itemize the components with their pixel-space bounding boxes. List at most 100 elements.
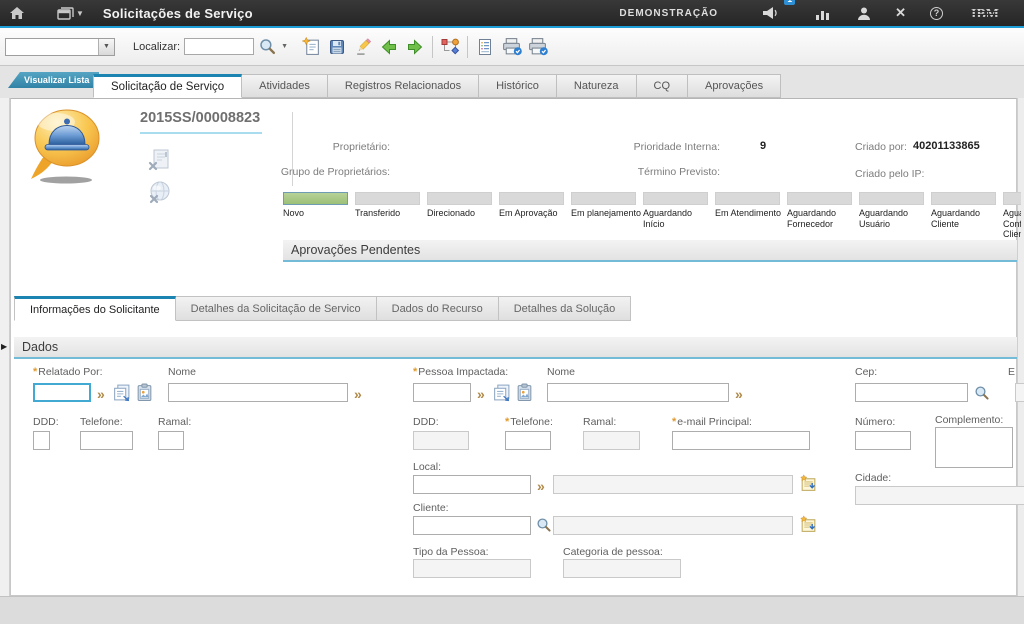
local-detail-chevron-icon[interactable]: » — [537, 479, 545, 493]
relatado-por-input[interactable] — [33, 383, 91, 402]
run-reports-icon[interactable] — [472, 34, 498, 60]
cidade-input-disabled — [855, 486, 1024, 505]
globe-disabled-icon[interactable] — [146, 180, 172, 211]
endereco-input-clipped — [1015, 383, 1024, 402]
tab-cq[interactable]: CQ — [637, 74, 689, 98]
subtab-informacoes-solicitante[interactable]: Informações do Solicitante — [14, 296, 176, 321]
tab-solicitacao-de-servico[interactable]: Solicitação de Serviço — [93, 74, 242, 98]
search-options-caret-icon[interactable]: ▼ — [281, 43, 288, 50]
telefone-label: Telefone: — [80, 416, 123, 428]
status-box — [1003, 192, 1021, 205]
status-progress-bar: Novo Transferido Direcionado Em Aprovaçã… — [283, 192, 1021, 238]
email-principal-input[interactable] — [672, 431, 810, 450]
tab-registros-relacionados[interactable]: Registros Relacionados — [328, 74, 479, 98]
previous-record-icon[interactable] — [376, 34, 402, 60]
next-record-icon[interactable] — [402, 34, 428, 60]
status-stage: Em planejamento — [571, 192, 636, 238]
local-input[interactable] — [413, 475, 531, 494]
sidebar-expand-icon[interactable]: ▶ — [1, 342, 7, 351]
grupo-proprietarios-label: Grupo de Proprietários: — [240, 166, 390, 178]
pessoa-nome-label: Nome — [547, 366, 575, 378]
subtab-detalhes-solicitacao[interactable]: Detalhes da Solicitação de Servico — [176, 296, 377, 321]
complemento-textarea[interactable] — [935, 427, 1013, 468]
sign-out-icon[interactable]: ✕ — [886, 0, 915, 26]
vertical-scrollbar[interactable] — [1017, 98, 1024, 596]
criado-por-value: 40201133865 — [913, 140, 980, 152]
tipo-pessoa-input-disabled — [413, 559, 531, 578]
notification-badge: 1 — [784, 0, 795, 5]
pessoa-nome-detail-chevron-icon[interactable]: » — [735, 387, 743, 401]
tab-natureza[interactable]: Natureza — [557, 74, 637, 98]
subtab-dados-recurso[interactable]: Dados do Recurso — [377, 296, 499, 321]
status-stage: Transferido — [355, 192, 420, 238]
cep-input[interactable] — [855, 383, 968, 402]
ramal-input[interactable] — [158, 431, 184, 450]
tab-aprovacoes[interactable]: Aprovações — [688, 74, 781, 98]
help-icon[interactable]: ? — [921, 0, 952, 26]
telefone-input[interactable] — [80, 431, 133, 450]
cep-search-icon[interactable] — [974, 385, 990, 406]
home-icon[interactable] — [0, 0, 34, 26]
numero-input[interactable] — [855, 431, 911, 450]
toolbar-separator — [432, 36, 433, 58]
cliente-input[interactable] — [413, 516, 531, 535]
relatado-por-select-value-icon[interactable] — [135, 383, 154, 407]
relatado-nome-input[interactable] — [168, 383, 348, 402]
pessoa-ramal-label: Ramal: — [583, 416, 616, 428]
action-select-combobox[interactable]: ▼ — [5, 38, 115, 56]
status-stage: Aguardando Usuário — [859, 192, 924, 238]
cliente-long-description-icon[interactable] — [799, 515, 818, 539]
record-toolbar: ▼ Localizar: ▼ — [0, 28, 1024, 66]
ddd-label: DDD: — [33, 416, 59, 428]
pessoa-impactada-detail-menu-icon[interactable] — [492, 383, 511, 407]
status-stage: Em Aprovação — [499, 192, 564, 238]
pessoa-impactada-detail-chevron-icon[interactable]: » — [477, 387, 485, 401]
tab-visualizar-lista[interactable]: Visualizar Lista — [8, 72, 99, 88]
prioridade-interna-label: Prioridade Interna: — [560, 141, 720, 153]
reports-chart-icon[interactable] — [806, 0, 840, 26]
pessoa-ddd-input-disabled — [413, 431, 469, 450]
cliente-search-icon[interactable] — [536, 517, 552, 538]
status-stage: Direcionado — [427, 192, 492, 238]
status-box — [571, 192, 636, 205]
required-marker: * — [33, 366, 37, 378]
top-navigation-bar: ▼ Solicitações de Serviço DEMONSTRAÇÃO 1… — [0, 0, 1024, 26]
relatado-por-detail-chevron-icon[interactable]: » — [97, 387, 105, 401]
record-id: 2015SS/00008823 — [140, 110, 262, 134]
workflow-icon[interactable] — [437, 34, 463, 60]
subtab-detalhes-solucao[interactable]: Detalhes da Solução — [499, 296, 632, 321]
pessoa-impactada-select-value-icon[interactable] — [515, 383, 534, 407]
categoria-pessoa-label: Categoria de pessoa: — [563, 546, 663, 558]
save-icon[interactable] — [324, 34, 350, 60]
application-title: Solicitações de Serviço — [103, 6, 253, 21]
complemento-label: Complemento: — [935, 414, 1003, 426]
pessoa-nome-input[interactable] — [547, 383, 729, 402]
service-request-bubble-icon — [22, 106, 108, 191]
announcements-icon[interactable]: 1 — [752, 0, 788, 26]
new-record-icon[interactable] — [298, 34, 324, 60]
print-with-attachments-icon[interactable] — [524, 34, 550, 60]
pessoa-impactada-input[interactable] — [413, 383, 471, 402]
profile-icon[interactable] — [848, 0, 880, 26]
relatado-nome-detail-chevron-icon[interactable]: » — [354, 387, 362, 401]
combo-dropdown-icon[interactable]: ▼ — [98, 39, 114, 55]
aprovacoes-pendentes-header: Aprovações Pendentes — [283, 240, 1017, 262]
print-icon[interactable] — [498, 34, 524, 60]
main-tab-bar: Solicitação de Serviço Atividades Regist… — [93, 74, 781, 98]
ibm-logo: IBM — [962, 0, 1016, 26]
ddd-input[interactable] — [33, 431, 50, 450]
attach-description-disabled-icon[interactable] — [146, 148, 172, 179]
relatado-por-detail-menu-icon[interactable] — [112, 383, 131, 407]
pessoa-telefone-input[interactable] — [505, 431, 551, 450]
go-to-applications-menu-icon[interactable]: ▼ — [48, 0, 93, 26]
local-long-description-icon[interactable] — [799, 474, 818, 498]
tab-historico[interactable]: Histórico — [479, 74, 557, 98]
relatado-por-label: *Relatado Por: — [33, 366, 103, 378]
tab-atividades[interactable]: Atividades — [242, 74, 328, 98]
search-icon[interactable] — [254, 34, 280, 60]
status-stage: Aguardando Fornecedor — [787, 192, 852, 238]
localizar-input[interactable] — [184, 38, 254, 55]
status-box — [427, 192, 492, 205]
clear-changes-icon[interactable] — [350, 34, 376, 60]
status-box — [931, 192, 996, 205]
